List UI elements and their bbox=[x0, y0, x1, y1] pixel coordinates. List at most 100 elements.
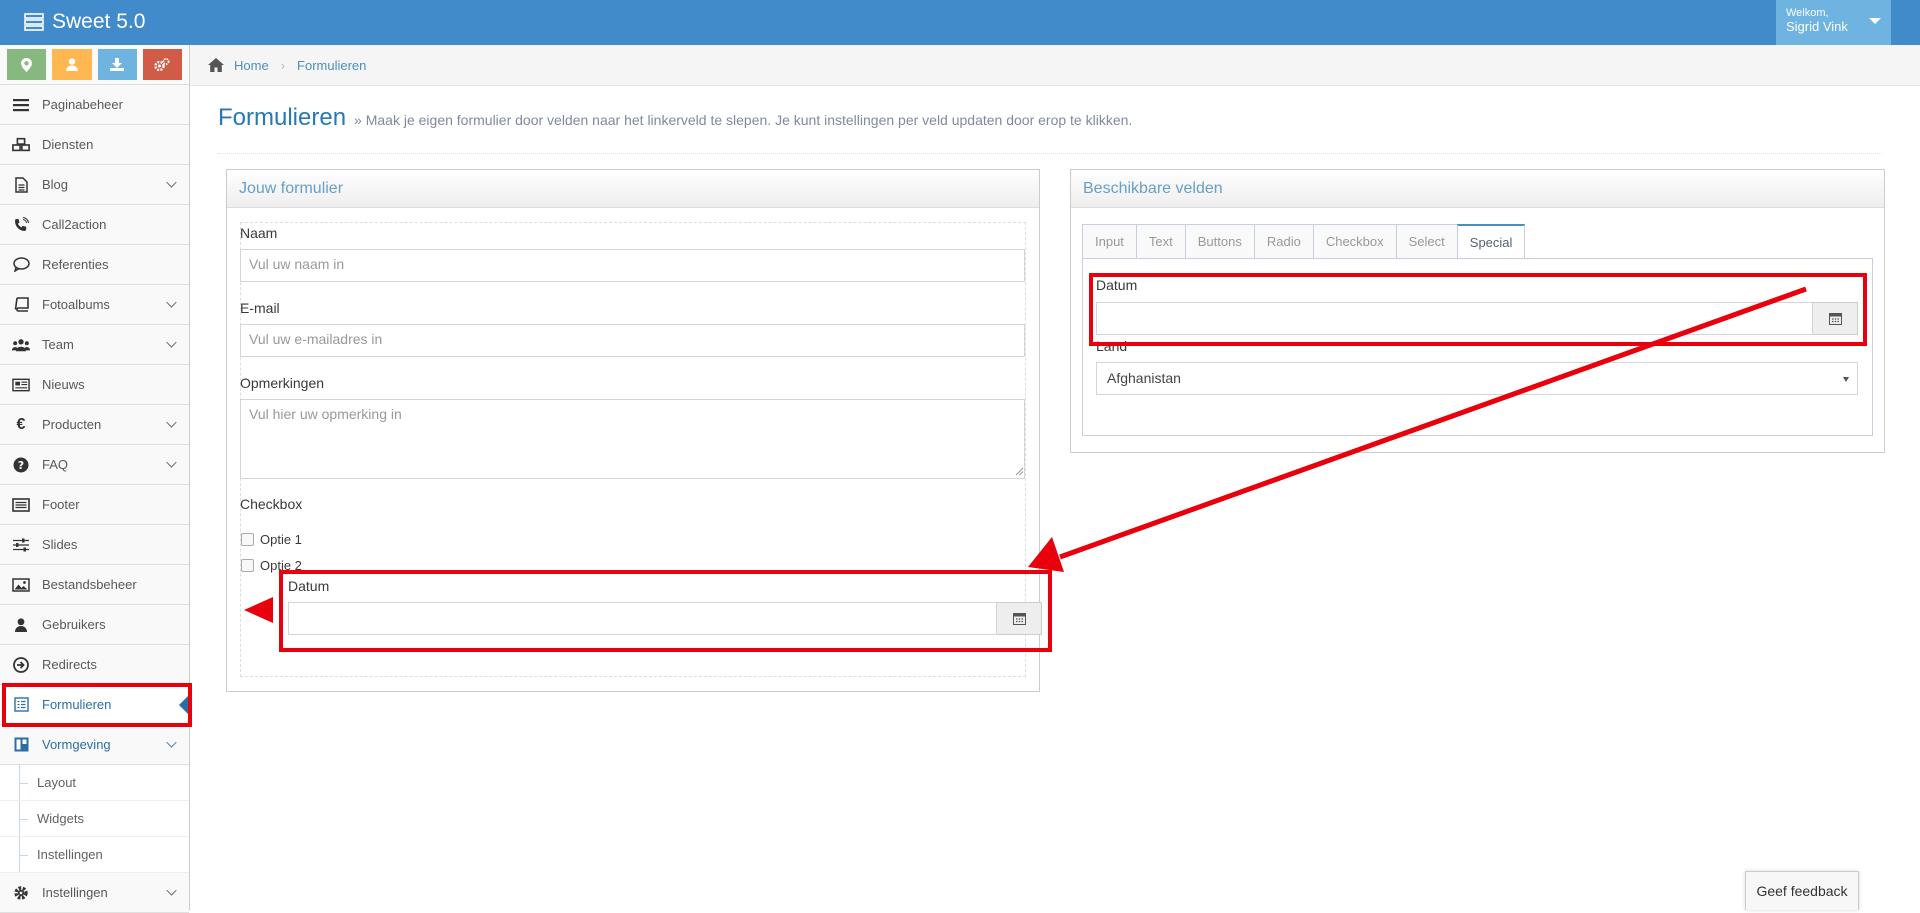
sidebar-item-redirects[interactable]: Redirects bbox=[0, 645, 189, 685]
dragged-datum-label: Datum bbox=[288, 578, 330, 594]
sidebar-item-footer[interactable]: Footer bbox=[0, 485, 189, 525]
sidebar-item-label: Gebruikers bbox=[42, 617, 106, 632]
sidebar-item-blog[interactable]: Blog bbox=[0, 165, 189, 205]
shortcut-download-button[interactable] bbox=[97, 49, 137, 80]
optie1-checkbox[interactable] bbox=[241, 533, 254, 546]
comment-icon bbox=[12, 256, 30, 274]
active-pointer bbox=[179, 694, 190, 716]
checkbox-group-label: Checkbox bbox=[240, 496, 303, 512]
sidebar-item-call2action[interactable]: Call2action bbox=[0, 205, 189, 245]
app-brand[interactable]: Sweet 5.0 bbox=[24, 10, 145, 34]
email-input[interactable]: Vul uw e-mailadres in bbox=[240, 324, 1025, 357]
chevron-down-icon bbox=[166, 297, 177, 308]
sidebar-item-label: Vormgeving bbox=[42, 737, 111, 752]
cogs-icon bbox=[154, 57, 170, 71]
naam-label: Naam bbox=[240, 225, 278, 241]
sidebar-item-label: Fotoalbums bbox=[42, 297, 110, 312]
user-icon bbox=[65, 58, 78, 71]
tab-buttons[interactable]: Buttons bbox=[1184, 224, 1254, 259]
sidebar-item-bestandsbeheer[interactable]: Bestandsbeheer bbox=[0, 565, 189, 605]
sidebar-item-faq[interactable]: ? FAQ bbox=[0, 445, 189, 485]
sidebar-item-label: Formulieren bbox=[42, 697, 112, 712]
dragged-datum-field[interactable] bbox=[288, 602, 1042, 635]
chevron-down-icon bbox=[166, 337, 177, 348]
sidebar-subitem-label: Widgets bbox=[37, 811, 84, 826]
list-alt-icon bbox=[12, 496, 30, 514]
tab-input[interactable]: Input bbox=[1082, 224, 1136, 259]
land-field-label: Land bbox=[1096, 338, 1128, 354]
chevron-down-icon bbox=[166, 737, 177, 748]
calendar-icon[interactable] bbox=[997, 602, 1042, 635]
file-text-icon bbox=[12, 176, 30, 194]
sidebar-item-label: Instellingen bbox=[42, 885, 108, 900]
chevron-down-icon bbox=[166, 885, 177, 896]
sidebar-subitem-widgets[interactable]: Widgets bbox=[0, 801, 189, 837]
user-icon bbox=[12, 616, 30, 634]
land-select[interactable]: Afghanistan bbox=[1096, 362, 1858, 395]
sidebar-item-paginabeheer[interactable]: Paginabeheer bbox=[0, 85, 189, 125]
opmerkingen-label: Opmerkingen bbox=[240, 375, 325, 391]
map-marker-icon bbox=[21, 57, 33, 72]
select-arrow-icon bbox=[1843, 377, 1849, 382]
users-icon bbox=[12, 336, 30, 354]
breadcrumb: Home › Formulieren bbox=[190, 45, 1920, 86]
phone-volume-icon bbox=[12, 216, 30, 234]
sidebar-item-team[interactable]: Team bbox=[0, 325, 189, 365]
naam-input[interactable]: Vul uw naam in bbox=[240, 249, 1025, 282]
sliders-icon bbox=[12, 536, 30, 554]
sidebar-item-label: Referenties bbox=[42, 257, 109, 272]
dragged-datum-input[interactable] bbox=[288, 602, 997, 635]
page-header: Formulieren » Maak je eigen formulier do… bbox=[218, 100, 1882, 154]
opmerkingen-textarea[interactable]: Vul hier uw opmerking in bbox=[240, 399, 1025, 479]
caret-down-icon bbox=[1869, 18, 1881, 24]
breadcrumb-home-link[interactable]: Home bbox=[234, 58, 269, 73]
sidebar-item-label: Team bbox=[42, 337, 74, 352]
sidebar-item-gebruikers[interactable]: Gebruikers bbox=[0, 605, 189, 645]
tab-checkbox[interactable]: Checkbox bbox=[1312, 224, 1396, 259]
sidebar-item-label: Paginabeheer bbox=[42, 97, 123, 112]
tab-special[interactable]: Special bbox=[1456, 224, 1526, 259]
sidebar-item-referenties[interactable]: Referenties bbox=[0, 245, 189, 285]
page-title: Formulieren bbox=[218, 104, 347, 131]
tab-radio[interactable]: Radio bbox=[1253, 224, 1313, 259]
sidebar-item-slides[interactable]: Slides bbox=[0, 525, 189, 565]
datum-field-template[interactable] bbox=[1096, 302, 1858, 335]
sidebar-item-diensten[interactable]: Diensten bbox=[0, 125, 189, 165]
shortcut-settings-button[interactable] bbox=[142, 49, 182, 80]
datum-input[interactable] bbox=[1096, 302, 1813, 335]
server-icon bbox=[24, 13, 44, 31]
sidebar-item-vormgeving[interactable]: Vormgeving bbox=[0, 725, 189, 765]
svg-text:?: ? bbox=[18, 459, 24, 472]
optie2-label: Optie 2 bbox=[260, 558, 302, 573]
sidebar-item-label: Footer bbox=[42, 497, 80, 512]
sidebar-item-label: Diensten bbox=[42, 137, 94, 152]
sidebar-subitem-layout[interactable]: Layout bbox=[0, 765, 189, 801]
sidebar-item-fotoalbums[interactable]: Fotoalbums bbox=[0, 285, 189, 325]
sidebar-item-nieuws[interactable]: Nieuws bbox=[0, 365, 189, 405]
land-select-value: Afghanistan bbox=[1107, 370, 1181, 386]
sidebar-item-label: Call2action bbox=[42, 217, 107, 232]
cubes-icon bbox=[12, 136, 30, 154]
home-icon[interactable] bbox=[208, 58, 224, 72]
resize-handle-icon[interactable] bbox=[1015, 467, 1024, 476]
bars-icon bbox=[12, 96, 30, 114]
sidebar-item-instellingen[interactable]: Instellingen bbox=[0, 873, 189, 913]
sidebar-item-label: FAQ bbox=[42, 457, 69, 472]
tab-select[interactable]: Select bbox=[1395, 224, 1457, 259]
feedback-button[interactable]: Geef feedback bbox=[1745, 871, 1859, 910]
widget-title: Beschikbare velden bbox=[1071, 170, 1884, 208]
layout-icon bbox=[12, 736, 30, 754]
user-menu[interactable]: Welkom, Sigrid Vink bbox=[1776, 0, 1891, 45]
sidebar-item-formulieren[interactable]: Formulieren bbox=[0, 685, 190, 725]
sidebar-item-producten[interactable]: € Producten bbox=[0, 405, 189, 445]
breadcrumb-separator: › bbox=[280, 57, 286, 73]
tab-text[interactable]: Text bbox=[1135, 224, 1185, 259]
calendar-icon[interactable] bbox=[1813, 302, 1858, 335]
sidebar-subitem-label: Instellingen bbox=[37, 847, 103, 862]
breadcrumb-current[interactable]: Formulieren bbox=[297, 58, 366, 73]
shortcut-map-button[interactable] bbox=[7, 49, 47, 80]
sidebar-subitem-instellingen[interactable]: Instellingen bbox=[0, 837, 189, 873]
sidebar: Paginabeheer Diensten Blog Call2action R… bbox=[0, 45, 190, 913]
shortcut-user-button[interactable] bbox=[52, 49, 92, 80]
optie2-checkbox[interactable] bbox=[241, 559, 254, 572]
